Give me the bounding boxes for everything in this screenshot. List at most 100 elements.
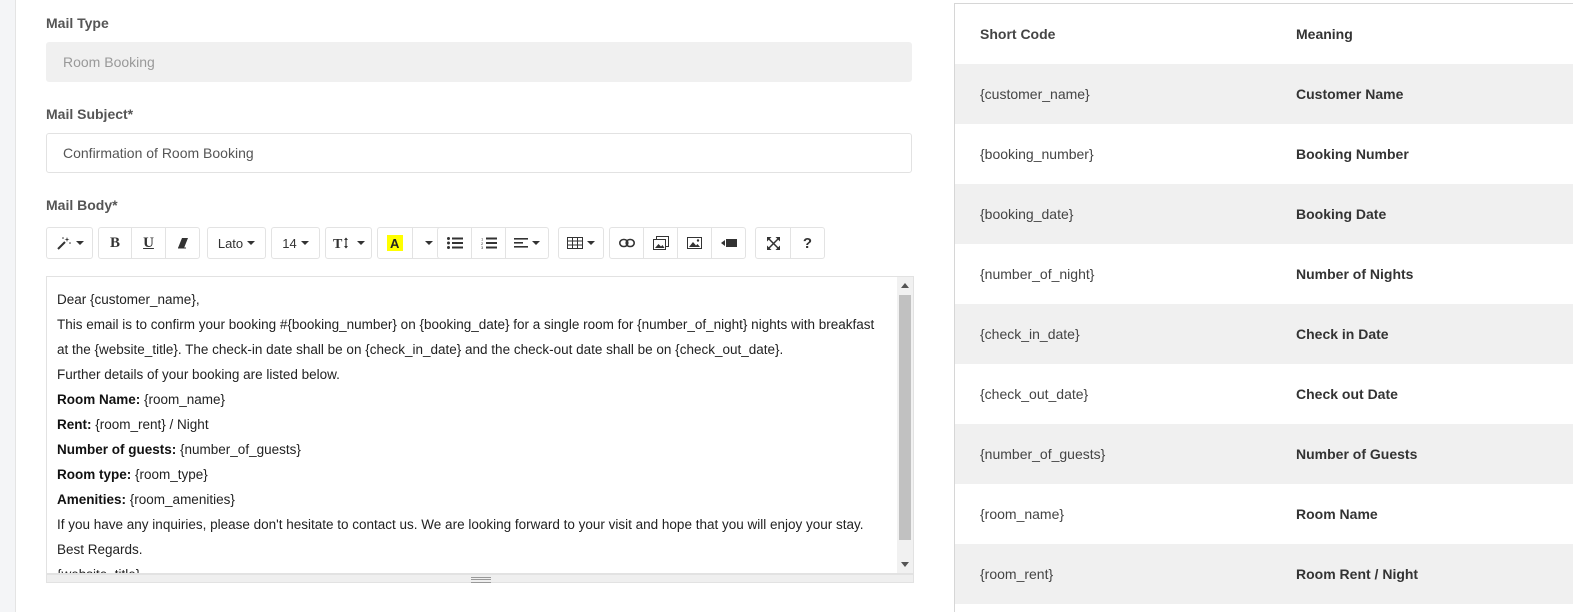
underline-button[interactable]: U: [131, 227, 166, 259]
editor-line-guests: Number of guests: {number_of_guests}: [57, 437, 889, 462]
paragraph-align-dropdown[interactable]: [505, 227, 549, 259]
short-code-cell: {check_out_date}: [980, 386, 1089, 402]
chevron-down-icon: [532, 241, 540, 245]
text-height-icon: T: [333, 237, 348, 250]
eraser-icon: [177, 238, 188, 249]
font-style-group: B U: [98, 227, 200, 259]
editor-line-rent: Rent: {room_rent} / Night: [57, 412, 889, 437]
link-icon: [618, 238, 635, 248]
svg-text:3: 3: [481, 245, 484, 249]
page-left-edge: [0, 0, 16, 612]
amenities-value: {room_amenities}: [126, 492, 235, 507]
font-name-dropdown[interactable]: Lato: [207, 227, 266, 259]
room-type-label: Room type:: [57, 467, 132, 482]
table-row: {booking_number} Booking Number: [955, 124, 1573, 184]
fullscreen-button[interactable]: [755, 227, 791, 259]
editor-resize-handle[interactable]: [46, 574, 914, 583]
insert-gallery-button[interactable]: [643, 227, 678, 259]
short-code-cell: {booking_date}: [980, 206, 1074, 222]
meaning-header: Meaning: [1296, 26, 1353, 42]
svg-text:T: T: [333, 237, 343, 250]
meaning-cell: Check in Date: [1296, 326, 1389, 342]
bullet-list-icon: [446, 237, 463, 249]
chevron-down-icon: [300, 241, 309, 245]
table-icon: [567, 237, 583, 249]
view-group: ?: [755, 227, 825, 259]
meaning-cell: Booking Date: [1296, 206, 1387, 222]
font-name-value: Lato: [217, 235, 244, 251]
chevron-down-icon: [425, 241, 433, 245]
insert-image-button[interactable]: [677, 227, 712, 259]
mail-body-label: Mail Body*: [46, 197, 118, 213]
table-dropdown[interactable]: [558, 227, 604, 259]
rent-label: Rent:: [57, 417, 92, 432]
chevron-down-icon: [356, 241, 365, 245]
short-code-cell: {booking_number}: [980, 146, 1094, 162]
style-group: [46, 227, 93, 259]
font-size-value: 14: [282, 235, 297, 251]
meaning-cell: Number of Nights: [1296, 266, 1414, 282]
color-button[interactable]: A: [377, 227, 413, 259]
svg-text:A: A: [390, 236, 400, 251]
highlight-a-icon: A: [387, 235, 403, 251]
meaning-cell: Number of Guests: [1296, 446, 1418, 462]
room-type-value: {room_type}: [131, 467, 208, 482]
grip-icon: [471, 577, 491, 583]
editor-line-amenities: Amenities: {room_amenities}: [57, 487, 889, 512]
meaning-cell: Room Rent / Night: [1296, 566, 1419, 582]
table-row: {check_in_date} Check in Date: [955, 304, 1573, 364]
list-group: 1 2 3: [437, 227, 549, 259]
guests-label: Number of guests:: [57, 442, 177, 457]
insert-video-button[interactable]: [711, 227, 746, 259]
room-name-label: Room Name:: [57, 392, 141, 407]
scroll-up-arrow-icon[interactable]: [901, 283, 909, 288]
editor-line: Further details of your booking are list…: [57, 367, 340, 382]
mail-body-editor[interactable]: Dear {customer_name}, This email is to c…: [46, 276, 914, 574]
bold-button[interactable]: B: [98, 227, 132, 259]
meaning-cell: Booking Number: [1296, 146, 1409, 162]
table-header-row: Short Code Meaning: [955, 4, 1573, 64]
magic-style-button[interactable]: [46, 227, 93, 259]
chevron-down-icon: [247, 241, 256, 245]
table-row: {booking_date} Booking Date: [955, 184, 1573, 244]
insert-group: [609, 227, 746, 259]
amenities-label: Amenities:: [57, 492, 127, 507]
mail-type-field: Room Booking: [46, 42, 912, 82]
meaning-cell: Check out Date: [1296, 386, 1398, 402]
table-group: [558, 227, 604, 259]
mail-subject-label: Mail Subject*: [46, 106, 134, 122]
image-icon: [687, 237, 702, 249]
unordered-list-button[interactable]: [437, 227, 472, 259]
ordered-list-button[interactable]: 1 2 3: [471, 227, 506, 259]
editor-line: If you have any inquiries, please don't …: [57, 517, 864, 532]
line-height-dropdown[interactable]: T: [325, 227, 372, 259]
expand-icon: [766, 236, 780, 250]
scroll-thumb[interactable]: [899, 295, 911, 540]
clear-format-button[interactable]: [165, 227, 200, 259]
help-button[interactable]: ?: [790, 227, 825, 259]
mail-type-label: Mail Type: [46, 15, 109, 31]
font-name-group: Lato: [207, 227, 266, 259]
chevron-down-icon: [75, 241, 84, 245]
font-size-dropdown[interactable]: 14: [271, 227, 320, 259]
editor-toolbar: B U Lato 14 T A 1 2 3 ?: [46, 227, 914, 261]
editor-line: Dear {customer_name},: [57, 292, 200, 307]
short-code-cell: {room_name}: [980, 506, 1065, 522]
meaning-cell: Customer Name: [1296, 86, 1404, 102]
mail-subject-input[interactable]: Confirmation of Room Booking: [46, 133, 912, 173]
insert-link-button[interactable]: [609, 227, 644, 259]
rent-value: {room_rent} / Night: [91, 417, 209, 432]
guests-value: {number_of_guests}: [176, 442, 301, 457]
numbered-list-icon: 1 2 3: [481, 237, 497, 249]
editor-line-room-name: Room Name: {room_name}: [57, 387, 889, 412]
editor-line-room-type: Room type: {room_type}: [57, 462, 889, 487]
editor-line: at the {website_title}. The check-in dat…: [57, 342, 784, 357]
editor-scrollbar[interactable]: [897, 277, 913, 573]
short-code-cell: {customer_name}: [980, 86, 1090, 102]
chevron-down-icon: [587, 241, 595, 245]
font-size-group: 14: [271, 227, 320, 259]
table-row: {room_name} Room Name: [955, 484, 1573, 544]
editor-content[interactable]: Dear {customer_name}, This email is to c…: [57, 287, 889, 573]
video-icon: [720, 239, 737, 247]
scroll-down-arrow-icon[interactable]: [901, 562, 909, 567]
